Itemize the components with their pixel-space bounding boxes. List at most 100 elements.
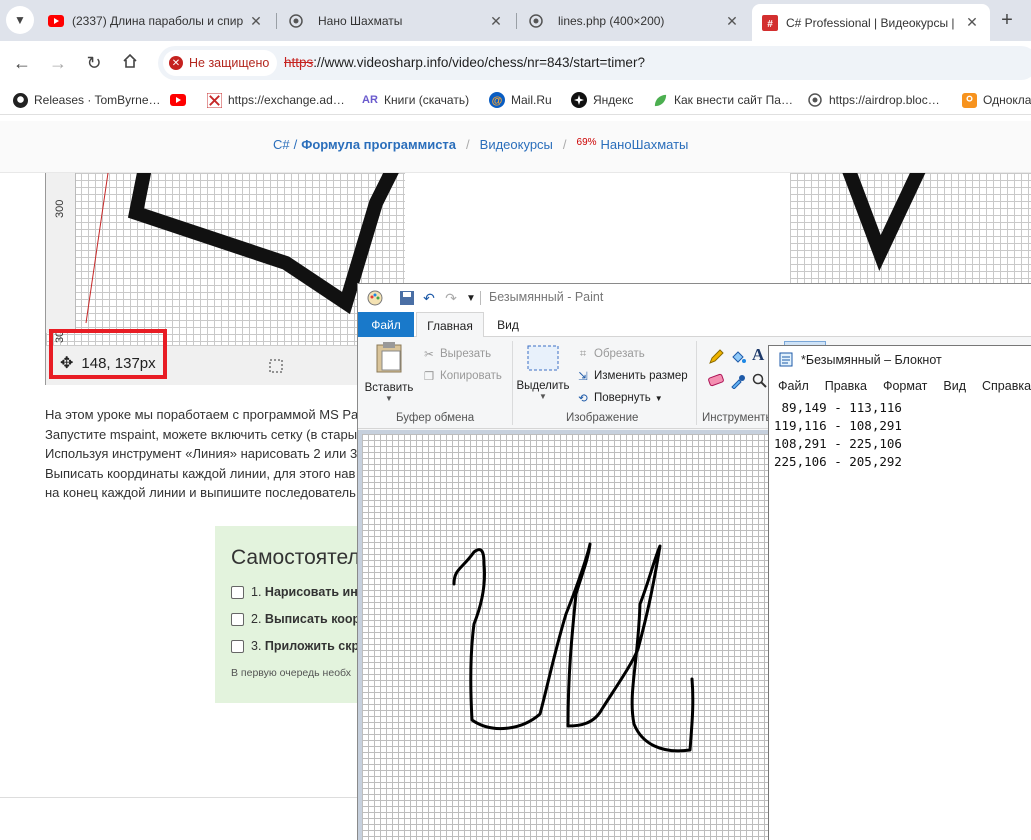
menu-view[interactable]: Вид (943, 379, 966, 393)
tab-title: lines.php (400×200) (558, 14, 665, 28)
coordinates-value: 148, 137px (81, 354, 156, 372)
fill-icon[interactable] (730, 349, 746, 368)
url-text[interactable]: https://www.videosharp.info/video/chess/… (284, 55, 645, 70)
bookmark-label: Как внести сайт Па… (674, 93, 793, 107)
select-button[interactable]: Выделить ▼ (516, 345, 570, 411)
tab-divider (276, 13, 277, 29)
menu-file[interactable]: Файл (778, 379, 809, 393)
resize-button[interactable]: ⇲ Изменить размер (576, 369, 688, 383)
forward-button[interactable]: → (44, 49, 72, 77)
magnifier-icon[interactable] (752, 373, 768, 392)
task-checkbox[interactable] (231, 612, 244, 626)
nav-csharp-link[interactable]: C# (273, 137, 290, 152)
chevron-down-icon: ▼ (385, 394, 393, 403)
cut-label: Вырезать (440, 348, 492, 360)
chevron-down-icon: ▼ (654, 393, 663, 403)
nav-courses-link[interactable]: Видеокурсы (480, 137, 553, 152)
task-note: В первую очередь необх (231, 667, 351, 679)
bookmark-item[interactable] (170, 91, 192, 109)
reload-button[interactable]: ↻ (80, 49, 108, 77)
copy-button[interactable]: ❐ Копировать (422, 369, 502, 383)
text-line: 89,149 - 113,116 (774, 400, 902, 415)
browser-toolbar: ← → ↻ ✕ Не защищено https://www.videosha… (0, 41, 1031, 85)
article-text: На этом уроке мы поработаем с программой… (45, 405, 365, 503)
crop-button[interactable]: ⌗ Обрезать (576, 347, 645, 361)
image-group-label: Изображение (566, 412, 639, 424)
task-text: Выписать коорд (264, 612, 368, 626)
bookmark-item[interactable]: @ Mail.Ru (489, 91, 552, 109)
browser-tab-4[interactable]: # C# Professional | Видеокурсы | ✕ (752, 4, 990, 41)
menu-format[interactable]: Формат (883, 379, 927, 393)
article-line: Используя инструмент «Линия» нарисовать … (45, 446, 358, 461)
paste-button[interactable]: Вставить ▼ (364, 341, 414, 407)
bookmark-item[interactable]: https://exchange.ad… (206, 91, 345, 109)
leaf-icon (652, 92, 668, 108)
browser-tab-strip: ▼ (2337) Длина параболы и спир ✕ Нано Ша… (0, 0, 1031, 41)
bookmark-item[interactable]: Releases · TomByrne… (12, 91, 161, 109)
bookmark-item[interactable]: Яндекс (571, 91, 633, 109)
notepad-text-area[interactable]: 89,149 - 113,116 119,116 - 108,291 108,291… (774, 399, 902, 471)
address-bar[interactable]: ✕ Не защищено https://www.videosharp.inf… (158, 46, 1031, 80)
redo-icon[interactable]: ↷ (442, 289, 460, 307)
browser-tab-1[interactable]: (2337) Длина параболы и спир ✕ (38, 6, 274, 36)
bookmark-label: Однокла (983, 93, 1031, 107)
text-tool-icon[interactable]: A (752, 345, 764, 365)
task-box: Самостоятел 1. Нарисовать ини 2. Выписат… (215, 526, 368, 703)
task-checkbox[interactable] (231, 585, 244, 599)
eraser-icon[interactable] (708, 373, 724, 390)
nav-formula-link[interactable]: Формула программиста (301, 137, 456, 152)
back-button[interactable]: ← (8, 49, 36, 77)
task-checkbox[interactable] (231, 639, 244, 653)
security-chip[interactable]: ✕ Не защищено (163, 50, 278, 76)
save-icon[interactable] (398, 289, 416, 307)
tab-title: Нано Шахматы (318, 14, 403, 28)
article-screenshot-right (790, 173, 1031, 285)
menu-help[interactable]: Справка (982, 379, 1031, 393)
rotate-button[interactable]: ⟲ Повернуть ▼ (576, 391, 663, 405)
yandex-icon (571, 92, 587, 108)
warning-icon: ✕ (169, 56, 183, 70)
tab-title: C# Professional | Видеокурсы | (786, 15, 955, 30)
close-icon[interactable]: ✕ (964, 14, 980, 31)
bookmark-item[interactable]: https://airdrop.bloc… (807, 91, 940, 109)
article-line: Выписать координаты каждой линии, для эт… (45, 465, 356, 481)
bookmark-item[interactable]: Как внести сайт Па… (652, 91, 793, 109)
pencil-icon[interactable] (708, 349, 724, 368)
plus-icon: + (1001, 8, 1013, 31)
task-number: 3. (251, 639, 262, 653)
tab-home[interactable]: Главная (416, 312, 484, 338)
tools-group-label: Инструменты (702, 412, 774, 424)
resize-icon: ⇲ (578, 371, 588, 383)
notepad-window: *Безымянный – Блокнот Файл Правка Формат… (768, 345, 1031, 840)
tab-search-button[interactable]: ▼ (6, 6, 34, 34)
browser-tab-3[interactable]: lines.php (400×200) ✕ (518, 6, 750, 36)
browser-tab-2[interactable]: Нано Шахматы ✕ (278, 6, 514, 36)
home-button[interactable] (116, 49, 144, 77)
close-icon[interactable]: ✕ (488, 13, 504, 30)
task-number: 1. (251, 585, 262, 599)
cut-button[interactable]: ✂ Вырезать (422, 347, 491, 361)
home-icon (122, 53, 138, 74)
article-line: на конец каждой линии и выпишите последо… (45, 485, 356, 500)
chess-piece-drawing-right (842, 173, 926, 271)
customize-qat-icon[interactable]: ▼ (462, 289, 480, 307)
undo-icon[interactable]: ↶ (420, 289, 438, 307)
tab-file[interactable]: Файл (358, 312, 414, 337)
arrow-right-icon: → (49, 52, 67, 73)
task-item: 1. Нарисовать ини (231, 585, 365, 599)
bookmark-item[interactable]: AR Книги (скачать) (362, 91, 469, 109)
title-divider (480, 291, 481, 305)
menu-edit[interactable]: Правка (825, 379, 867, 393)
select-label: Выделить (516, 380, 570, 392)
tab-view[interactable]: Вид (488, 312, 528, 337)
move-icon: ✥ (60, 355, 74, 372)
close-icon[interactable]: ✕ (724, 13, 740, 30)
new-tab-button[interactable]: + (993, 6, 1021, 34)
paint-canvas[interactable] (362, 434, 772, 840)
close-icon[interactable]: ✕ (248, 13, 264, 30)
nav-project-link[interactable]: НаноШахматы (601, 137, 689, 152)
color-picker-icon[interactable] (730, 373, 746, 392)
bookmark-item[interactable]: Однокла (961, 91, 1031, 109)
text-line: 225,106 - 205,292 (774, 454, 902, 469)
crop-icon: ⌗ (579, 347, 587, 360)
